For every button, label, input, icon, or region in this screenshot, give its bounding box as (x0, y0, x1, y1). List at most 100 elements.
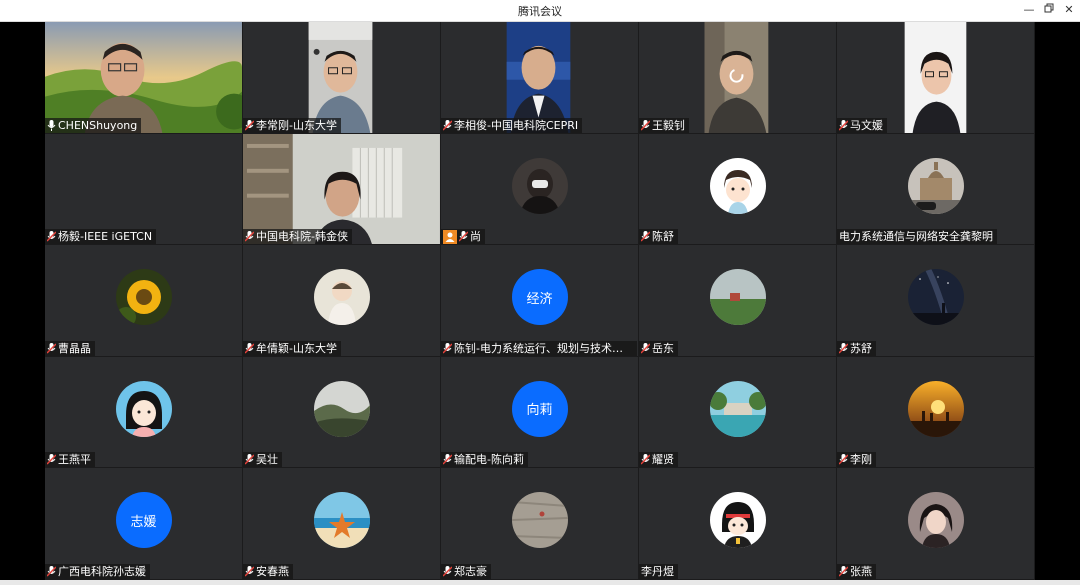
participant-name: 王燕平 (58, 453, 91, 467)
participant-name-bar: 李丹煜 (639, 563, 678, 579)
participant-name: 岳东 (652, 341, 674, 355)
participant-tile[interactable]: 尚 (441, 133, 639, 246)
participant-avatar: 志媛 (115, 492, 172, 549)
participant-name: 牟倩颖-山东大学 (256, 341, 337, 355)
mic-muted-icon (839, 565, 848, 577)
participant-avatar (511, 157, 568, 214)
mic-muted-icon (641, 231, 650, 242)
participant-avatar (907, 157, 964, 214)
participant-tile[interactable]: CHENShuyong (45, 22, 243, 134)
participant-avatar (511, 492, 568, 549)
participant-tile[interactable]: 李刚 (837, 356, 1035, 469)
participant-tile[interactable]: 志媛 广西电科院孙志媛 (45, 468, 243, 580)
mic-muted-icon (443, 454, 452, 465)
participant-avatar: 向莉 (511, 380, 568, 437)
participant-name: 耀贤 (652, 453, 674, 467)
participant-tile[interactable]: 向莉 输配电-陈向莉 (441, 356, 639, 469)
participant-name: 李丹煜 (641, 564, 674, 578)
mic-muted-icon (641, 342, 650, 354)
participant-name-bar: 中国电科院-韩金侠 (243, 229, 352, 245)
participant-tile[interactable]: 中国电科院-韩金侠 (243, 133, 441, 246)
toolbar-edge (0, 580, 1080, 585)
participant-tile[interactable]: 李相俊-中国电科院CEPRI (441, 22, 639, 134)
participant-name: 苏舒 (850, 341, 872, 355)
participant-name-bar: CHENShuyong (45, 117, 142, 133)
participant-tile[interactable]: 苏舒 (837, 245, 1035, 357)
participant-avatar (709, 157, 766, 214)
participant-avatar (907, 492, 964, 549)
participant-name-bar: 曹晶晶 (45, 340, 95, 356)
participant-name: 李常刚-山东大学 (256, 118, 337, 132)
participant-name-bar: 郑志豪 (441, 563, 491, 579)
window-titlebar: 腾讯会议 — ✕ (0, 0, 1080, 22)
participant-name-bar: 岳东 (639, 340, 678, 356)
participant-tile[interactable]: 耀贤 (639, 356, 837, 469)
participant-avatar (115, 380, 172, 437)
participant-tile[interactable]: 马文媛 (837, 22, 1035, 134)
participant-avatar (907, 269, 964, 326)
participant-tile[interactable]: 吴壮 (243, 356, 441, 469)
participant-avatar (313, 380, 370, 437)
mic-muted-icon (245, 565, 254, 577)
minimize-icon[interactable]: — (1018, 2, 1040, 18)
participant-name: 安春燕 (256, 564, 289, 578)
participant-name: 张燕 (850, 564, 872, 578)
participant-tile[interactable]: 郑志豪 (441, 468, 639, 580)
participant-tile[interactable]: 安春燕 (243, 468, 441, 580)
mic-muted-icon (47, 454, 56, 465)
participant-name: 杨毅-IEEE iGETCN (58, 230, 153, 244)
participant-name: 马文媛 (850, 118, 883, 132)
close-icon[interactable]: ✕ (1058, 2, 1080, 18)
participant-name-bar: 王毅钊 (639, 117, 689, 133)
participant-name: 陈钊-电力系统运行、规划与技术经... (454, 341, 633, 355)
participant-tile[interactable]: 王燕平 (45, 356, 243, 469)
participant-tile[interactable]: 李丹煜 (639, 468, 837, 580)
participant-tile[interactable]: 岳东 (639, 245, 837, 357)
mic-muted-icon (443, 342, 452, 354)
participant-name: 李刚 (850, 453, 872, 467)
mic-muted-icon (47, 342, 56, 354)
participant-tile[interactable]: 曹晶晶 (45, 245, 243, 357)
participant-tile[interactable]: 经济 陈钊-电力系统运行、规划与技术经... (441, 245, 639, 357)
participant-avatar: 经济 (511, 269, 568, 326)
mic-muted-icon (245, 454, 254, 465)
mic-muted-icon (47, 231, 56, 242)
participant-name-bar: 电力系统通信与网络安全龚黎明 (837, 229, 997, 245)
participant-name-bar: 吴壮 (243, 452, 282, 468)
participant-name-bar: 王燕平 (45, 452, 95, 468)
participant-name-bar: 杨毅-IEEE iGETCN (45, 229, 157, 245)
participant-name-bar: 耀贤 (639, 452, 678, 468)
participant-name-bar: 尚 (441, 229, 485, 245)
participant-grid: CHENShuyong 李常刚-山东大学 李相俊-中国电科院CEPRI 王毅钊 … (45, 22, 1035, 580)
participant-name-bar: 苏舒 (837, 340, 876, 356)
mic-muted-icon (245, 231, 254, 242)
participant-avatar (115, 269, 172, 326)
participant-tile[interactable]: 牟倩颖-山东大学 (243, 245, 441, 357)
participant-name: 王毅钊 (652, 118, 685, 132)
mic-muted-icon (641, 119, 650, 131)
participant-name-bar: 李常刚-山东大学 (243, 117, 341, 133)
mic-muted-icon (839, 454, 848, 465)
participant-name-bar: 广西电科院孙志媛 (45, 563, 150, 579)
participant-avatar (313, 269, 370, 326)
participant-tile[interactable]: 杨毅-IEEE iGETCN (45, 133, 243, 246)
participant-tile[interactable]: 李常刚-山东大学 (243, 22, 441, 134)
participant-name: 输配电-陈向莉 (454, 453, 524, 467)
mic-muted-icon (47, 565, 56, 577)
participant-tile[interactable]: 电力系统通信与网络安全龚黎明 (837, 133, 1035, 246)
mic-muted-icon (839, 119, 848, 131)
participant-name: 电力系统通信与网络安全龚黎明 (839, 230, 993, 244)
participant-name-bar: 李刚 (837, 452, 876, 468)
participant-name: 尚 (470, 230, 481, 244)
participant-tile[interactable]: 陈舒 (639, 133, 837, 246)
participant-name: CHENShuyong (58, 118, 138, 132)
mic-muted-icon (641, 454, 650, 465)
participant-name-bar: 安春燕 (243, 563, 293, 579)
participant-tile[interactable]: 张燕 (837, 468, 1035, 580)
participant-name-bar: 输配电-陈向莉 (441, 452, 528, 468)
participant-tile[interactable]: 王毅钊 (639, 22, 837, 134)
mic-muted-icon (459, 231, 468, 242)
window-title: 腾讯会议 (518, 5, 562, 18)
restore-icon[interactable] (1038, 2, 1060, 18)
participant-name-bar: 李相俊-中国电科院CEPRI (441, 117, 583, 133)
